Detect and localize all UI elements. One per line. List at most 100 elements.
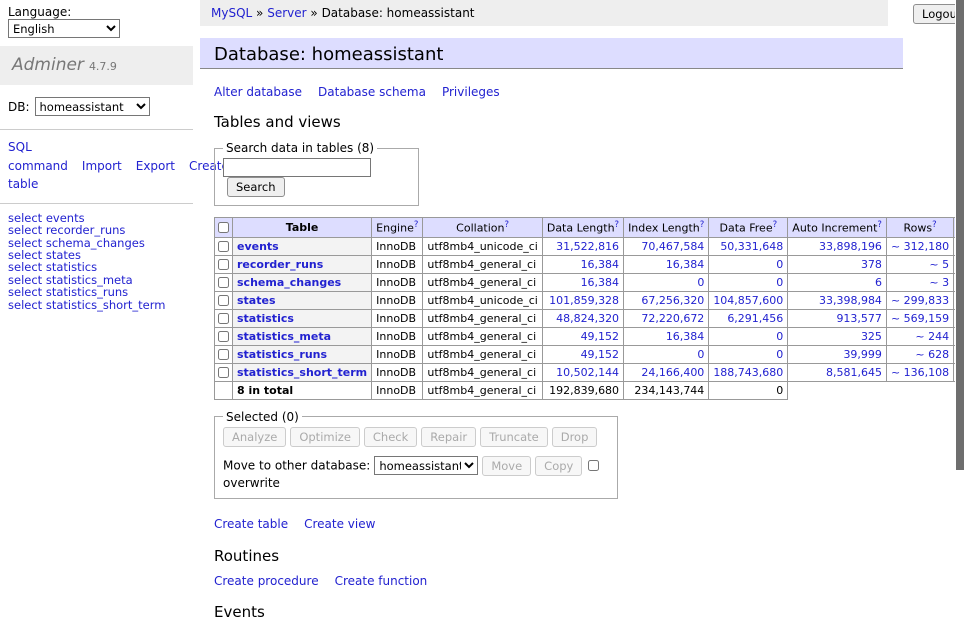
data-length-link[interactable]: 49,152 xyxy=(581,330,620,343)
sidebar-item-select-recorder-runs[interactable]: select recorder_runs xyxy=(8,224,185,236)
truncate-button[interactable]: Truncate xyxy=(480,427,548,447)
move-button[interactable]: Move xyxy=(482,456,531,476)
select-all-checkbox[interactable] xyxy=(218,222,229,233)
create-procedure-link[interactable]: Create procedure xyxy=(214,574,319,588)
routines-links: Create procedure Create function xyxy=(214,574,904,588)
sql-command-link[interactable]: SQL command xyxy=(8,140,68,173)
sidebar-item-select-statistics[interactable]: select statistics xyxy=(8,261,185,273)
db-select[interactable]: homeassistant xyxy=(35,97,150,116)
export-link[interactable]: Export xyxy=(136,159,175,173)
sidebar-item-select-statistics-short-term[interactable]: select statistics_short_term xyxy=(8,299,185,311)
index-length-link[interactable]: 24,166,400 xyxy=(641,366,704,379)
table-link[interactable]: schema_changes xyxy=(237,276,341,289)
create-function-link[interactable]: Create function xyxy=(335,574,428,588)
data-length-link[interactable]: 101,859,328 xyxy=(549,294,619,307)
auto-increment-link[interactable]: 39,999 xyxy=(843,348,882,361)
table-link[interactable]: statistics xyxy=(237,312,294,325)
breadcrumb-separator: » xyxy=(256,6,263,20)
copy-button[interactable]: Copy xyxy=(535,456,582,476)
app-name[interactable]: Adminer xyxy=(12,55,84,75)
help-icon[interactable]: ? xyxy=(505,220,510,230)
privileges-link[interactable]: Privileges xyxy=(442,85,500,99)
table-link[interactable]: statistics_meta xyxy=(237,330,331,343)
alter-database-link[interactable]: Alter database xyxy=(214,85,302,99)
table-link[interactable]: states xyxy=(237,294,276,307)
index-length-link[interactable]: 70,467,584 xyxy=(641,240,704,253)
data-length-link[interactable]: 16,384 xyxy=(581,258,620,271)
help-icon[interactable]: ? xyxy=(414,220,419,230)
help-icon[interactable]: ? xyxy=(932,220,937,230)
index-length-link[interactable]: 67,256,320 xyxy=(641,294,704,307)
help-icon[interactable]: ? xyxy=(877,220,882,230)
data-length-link[interactable]: 10,502,144 xyxy=(556,366,619,379)
index-length-link[interactable]: 0 xyxy=(697,348,704,361)
data-length-link[interactable]: 49,152 xyxy=(581,348,620,361)
rows-count-link[interactable]: ~ 136,108 xyxy=(891,366,949,379)
optimize-button[interactable]: Optimize xyxy=(290,427,360,447)
data-free-link[interactable]: 6,291,456 xyxy=(727,312,783,325)
scrollbar-thumb[interactable] xyxy=(956,0,964,470)
rows-count-link[interactable]: ~ 244 xyxy=(915,330,949,343)
rows-count-link[interactable]: ~ 3 xyxy=(929,276,949,289)
auto-increment-link[interactable]: 33,398,984 xyxy=(819,294,882,307)
row-checkbox[interactable] xyxy=(218,259,229,270)
data-free-link[interactable]: 50,331,648 xyxy=(720,240,783,253)
index-length-link[interactable]: 16,384 xyxy=(666,258,705,271)
data-free-link[interactable]: 104,857,600 xyxy=(713,294,783,307)
data-length-link[interactable]: 31,522,816 xyxy=(556,240,619,253)
rows-count-link[interactable]: ~ 299,833 xyxy=(891,294,949,307)
move-db-select[interactable]: homeassistant xyxy=(374,456,478,475)
analyze-button[interactable]: Analyze xyxy=(223,427,286,447)
index-length-link[interactable]: 0 xyxy=(697,276,704,289)
row-checkbox[interactable] xyxy=(218,349,229,360)
auto-increment-link[interactable]: 8,581,645 xyxy=(826,366,882,379)
search-button[interactable]: Search xyxy=(227,177,285,197)
auto-increment-link[interactable]: 378 xyxy=(861,258,882,271)
row-checkbox[interactable] xyxy=(218,241,229,252)
create-view-link[interactable]: Create view xyxy=(304,517,375,531)
rows-count-link[interactable]: ~ 5 xyxy=(929,258,949,271)
cell-engine: InnoDB xyxy=(372,255,423,273)
index-length-link[interactable]: 72,220,672 xyxy=(641,312,704,325)
help-icon[interactable]: ? xyxy=(615,220,620,230)
auto-increment-link[interactable]: 325 xyxy=(861,330,882,343)
vertical-scrollbar[interactable] xyxy=(955,0,966,543)
auto-increment-link[interactable]: 913,577 xyxy=(836,312,882,325)
data-free-link[interactable]: 0 xyxy=(776,276,783,289)
row-checkbox[interactable] xyxy=(218,277,229,288)
data-free-link[interactable]: 0 xyxy=(776,330,783,343)
drop-button[interactable]: Drop xyxy=(552,427,598,447)
search-input[interactable] xyxy=(223,158,371,177)
repair-button[interactable]: Repair xyxy=(421,427,476,447)
table-link[interactable]: statistics_short_term xyxy=(237,366,367,379)
table-link[interactable]: statistics_runs xyxy=(237,348,327,361)
rows-count-link[interactable]: ~ 628 xyxy=(915,348,949,361)
auto-increment-link[interactable]: 33,898,196 xyxy=(819,240,882,253)
database-schema-link[interactable]: Database schema xyxy=(318,85,426,99)
rows-count-link[interactable]: ~ 312,180 xyxy=(891,240,949,253)
data-length-link[interactable]: 48,824,320 xyxy=(556,312,619,325)
data-length-link[interactable]: 16,384 xyxy=(581,276,620,289)
rows-count-link[interactable]: ~ 569,159 xyxy=(891,312,949,325)
row-checkbox[interactable] xyxy=(218,295,229,306)
language-select[interactable]: English xyxy=(8,19,120,38)
table-link[interactable]: recorder_runs xyxy=(237,258,323,271)
data-free-link[interactable]: 0 xyxy=(776,258,783,271)
row-checkbox[interactable] xyxy=(218,313,229,324)
breadcrumb-mysql-link[interactable]: MySQL xyxy=(211,6,252,20)
data-free-link[interactable]: 0 xyxy=(776,348,783,361)
sidebar-item-select-statistics-runs[interactable]: select statistics_runs xyxy=(8,286,185,298)
breadcrumb-server-link[interactable]: Server xyxy=(267,6,306,20)
check-button[interactable]: Check xyxy=(364,427,417,447)
data-free-link[interactable]: 188,743,680 xyxy=(713,366,783,379)
import-link[interactable]: Import xyxy=(82,159,122,173)
help-icon[interactable]: ? xyxy=(700,220,705,230)
row-checkbox[interactable] xyxy=(218,331,229,342)
row-checkbox[interactable] xyxy=(218,367,229,378)
table-link[interactable]: events xyxy=(237,240,279,253)
create-table-link[interactable]: Create table xyxy=(214,517,288,531)
help-icon[interactable]: ? xyxy=(773,220,778,230)
overwrite-checkbox[interactable] xyxy=(588,460,599,471)
auto-increment-link[interactable]: 6 xyxy=(875,276,882,289)
index-length-link[interactable]: 16,384 xyxy=(666,330,705,343)
